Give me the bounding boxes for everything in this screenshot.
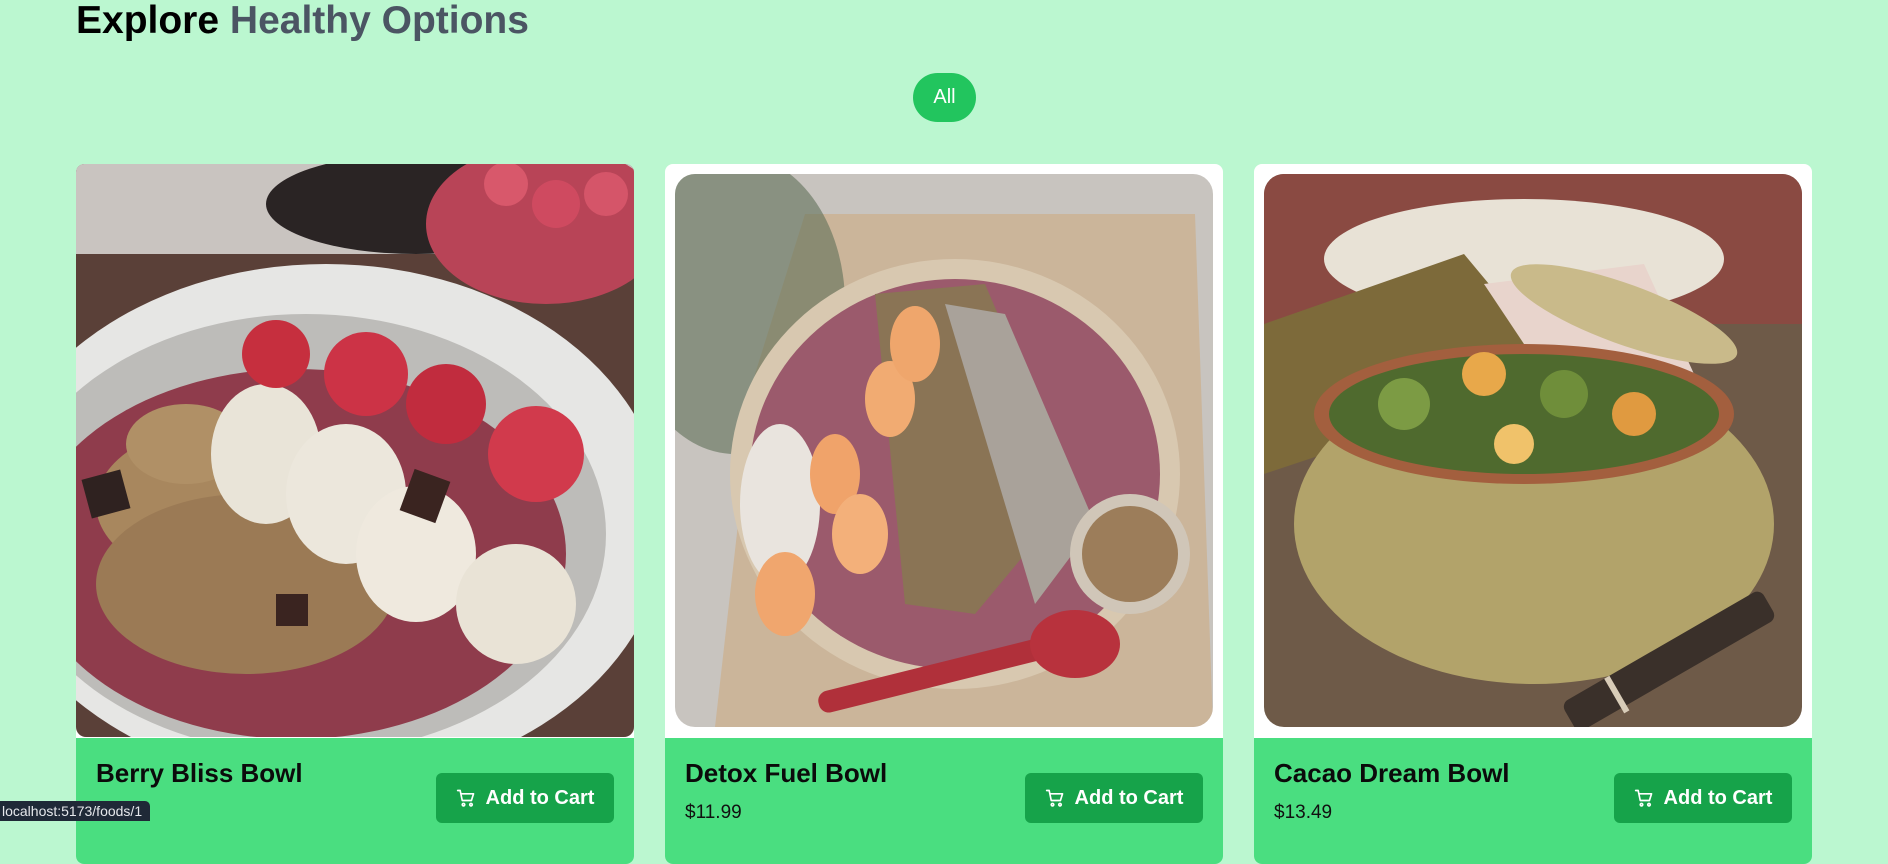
add-to-cart-label: Add to Cart <box>1074 786 1184 809</box>
cart-icon <box>456 789 474 807</box>
add-to-cart-button[interactable]: Add to Cart <box>1614 773 1792 823</box>
food-image[interactable] <box>1264 174 1802 727</box>
filter-all-button[interactable]: All <box>913 73 976 122</box>
food-image[interactable] <box>76 164 634 737</box>
page-title-accent: Healthy Options <box>229 0 529 42</box>
add-to-cart-label: Add to Cart <box>485 786 595 809</box>
food-card[interactable]: Cacao Dream Bowl $13.49 Add to Cart <box>1254 164 1812 864</box>
food-price: $13.49 <box>1274 802 1333 823</box>
food-card[interactable]: Berry Bliss Bowl Add to Cart <box>76 164 634 864</box>
cacao-bowl-image <box>1264 174 1802 727</box>
food-image[interactable] <box>675 174 1213 727</box>
food-card-footer: Detox Fuel Bowl $11.99 Add to Cart <box>665 738 1223 864</box>
add-to-cart-label: Add to Cart <box>1663 786 1773 809</box>
page-title: Explore Healthy Options <box>76 0 529 44</box>
food-price: $11.99 <box>685 802 742 823</box>
food-name: Detox Fuel Bowl <box>685 758 888 788</box>
food-name: Berry Bliss Bowl <box>96 758 303 788</box>
food-card-footer: Berry Bliss Bowl Add to Cart <box>76 738 634 864</box>
food-name: Cacao Dream Bowl <box>1274 758 1510 788</box>
status-bar-url: localhost:5173/foods/1 <box>0 801 151 821</box>
add-to-cart-button[interactable]: Add to Cart <box>1025 773 1203 823</box>
detox-bowl-image <box>675 174 1213 727</box>
add-to-cart-button[interactable]: Add to Cart <box>436 773 614 823</box>
cart-icon <box>1634 789 1652 807</box>
food-card[interactable]: Detox Fuel Bowl $11.99 Add to Cart <box>665 164 1223 864</box>
cart-icon <box>1045 789 1063 807</box>
food-card-footer: Cacao Dream Bowl $13.49 Add to Cart <box>1254 738 1812 864</box>
page-title-primary: Explore <box>76 0 220 42</box>
berry-bowl-image <box>76 164 634 737</box>
